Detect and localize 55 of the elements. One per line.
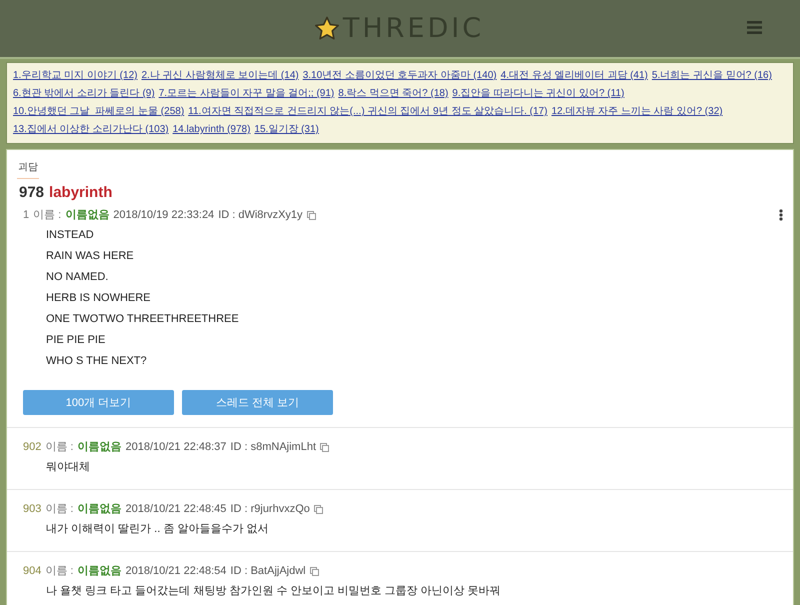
- copy-icon[interactable]: [306, 210, 316, 220]
- poster-name: 이름없음: [77, 502, 122, 517]
- post-text-line: WHO S THE NEXT?: [45, 354, 148, 369]
- post-text: 내가 이해력이 딸린가 .. 좀 알아들을수가 없서: [45, 522, 270, 537]
- post-number: 1: [23, 208, 30, 223]
- post-text-line: RAIN WAS HERE: [45, 249, 135, 264]
- copy-icon[interactable]: [314, 504, 323, 514]
- category-label: 괴담: [17, 161, 39, 179]
- thread-link[interactable]: 13.집에서 이상한 소리가난다 (103): [13, 121, 169, 139]
- thread-number: 978: [19, 184, 44, 202]
- post-text-line: INSTEAD: [45, 228, 95, 243]
- post-id: ID : dWi8rvzXy1y: [218, 208, 303, 223]
- name-label: 이름 :: [45, 502, 74, 517]
- post-text-line: ONE TWOTWO THREETHREETHREE: [45, 312, 240, 327]
- name-label: 이름 :: [45, 564, 74, 579]
- poster-name: 이름없음: [77, 564, 122, 579]
- menu-icon[interactable]: [747, 21, 762, 34]
- post-id: ID : BatAjjAjdwl: [230, 564, 306, 579]
- post-date: 2018/10/19 22:33:24: [113, 208, 214, 223]
- post-text: 나 욜챗 링크 타고 들어갔는데 채팅방 참가인원 수 안보이고 비밀번호 그룹장 아닌이상 못바꿔: [45, 584, 502, 599]
- post-date: 2018/10/21 22:48:45: [125, 502, 226, 517]
- copy-icon[interactable]: [310, 566, 319, 576]
- thread-link[interactable]: 4.대전 유성 엘리베이터 괴담 (41): [500, 67, 648, 85]
- post-id: ID : s8mNAjimLht: [230, 440, 316, 455]
- thread-link[interactable]: 2.나 귀신 사람형체로 보이는데 (14): [141, 67, 299, 85]
- post-date: 2018/10/21 22:48:54: [125, 564, 226, 579]
- copy-icon[interactable]: [320, 442, 329, 452]
- post-text-line: HERB IS NOWHERE: [45, 291, 152, 306]
- thread-link[interactable]: 1.우리학교 미지 이야기 (12): [13, 67, 138, 85]
- post-number: 904: [23, 564, 42, 579]
- post-id: ID : r9jurhvxzQo: [230, 502, 310, 517]
- name-label: 이름 :: [33, 208, 62, 223]
- thread-link[interactable]: 6.현관 밖에서 소리가 들린다 (9): [13, 85, 155, 103]
- post-number: 902: [23, 440, 42, 455]
- thread-link[interactable]: 10.안녕했던 그날_파쎄로의 눈물 (258): [13, 103, 184, 121]
- thread-link[interactable]: 11.여자면 직접적으로 건드리지 않는(...) 귀신의 집에서 9년 정도 살았습니다. (17): [188, 103, 548, 121]
- thread-link[interactable]: 12.데자뷰 자주 느끼는 사람 있어? (32): [551, 103, 723, 121]
- thread-link[interactable]: 3.10년전 소름이었던 호두과자 아줌마 (140): [302, 67, 497, 85]
- name-label: 이름 :: [45, 440, 74, 455]
- poster-name: 이름없음: [77, 440, 122, 455]
- thread-link[interactable]: 8.락스 먹으면 죽어? (18): [338, 85, 448, 103]
- thread-link[interactable]: 5.너희는 귀신을 믿어? (16): [652, 67, 772, 85]
- star-logo-icon: [314, 16, 340, 41]
- poster-name: 이름없음: [65, 208, 110, 223]
- post-date: 2018/10/21 22:48:37: [125, 440, 226, 455]
- post-text-line: PIE PIE PIE: [45, 333, 106, 348]
- thread-link[interactable]: 14.labyrinth (978): [172, 121, 250, 139]
- post-text-line: NO NAMED.: [45, 270, 110, 285]
- thread-link[interactable]: 15.일기장 (31): [254, 121, 319, 139]
- thread-title: labyrinth: [49, 184, 112, 202]
- more-options-icon[interactable]: [779, 209, 783, 221]
- thread-link[interactable]: 7.모르는 사람들이 자꾸 말을 걸어;; (91): [158, 85, 334, 103]
- post-number: 903: [23, 502, 42, 517]
- thread-link[interactable]: 9.집안을 따라다니는 귀신이 있어? (11): [452, 85, 624, 103]
- post-text: 뭐야대체: [45, 460, 91, 475]
